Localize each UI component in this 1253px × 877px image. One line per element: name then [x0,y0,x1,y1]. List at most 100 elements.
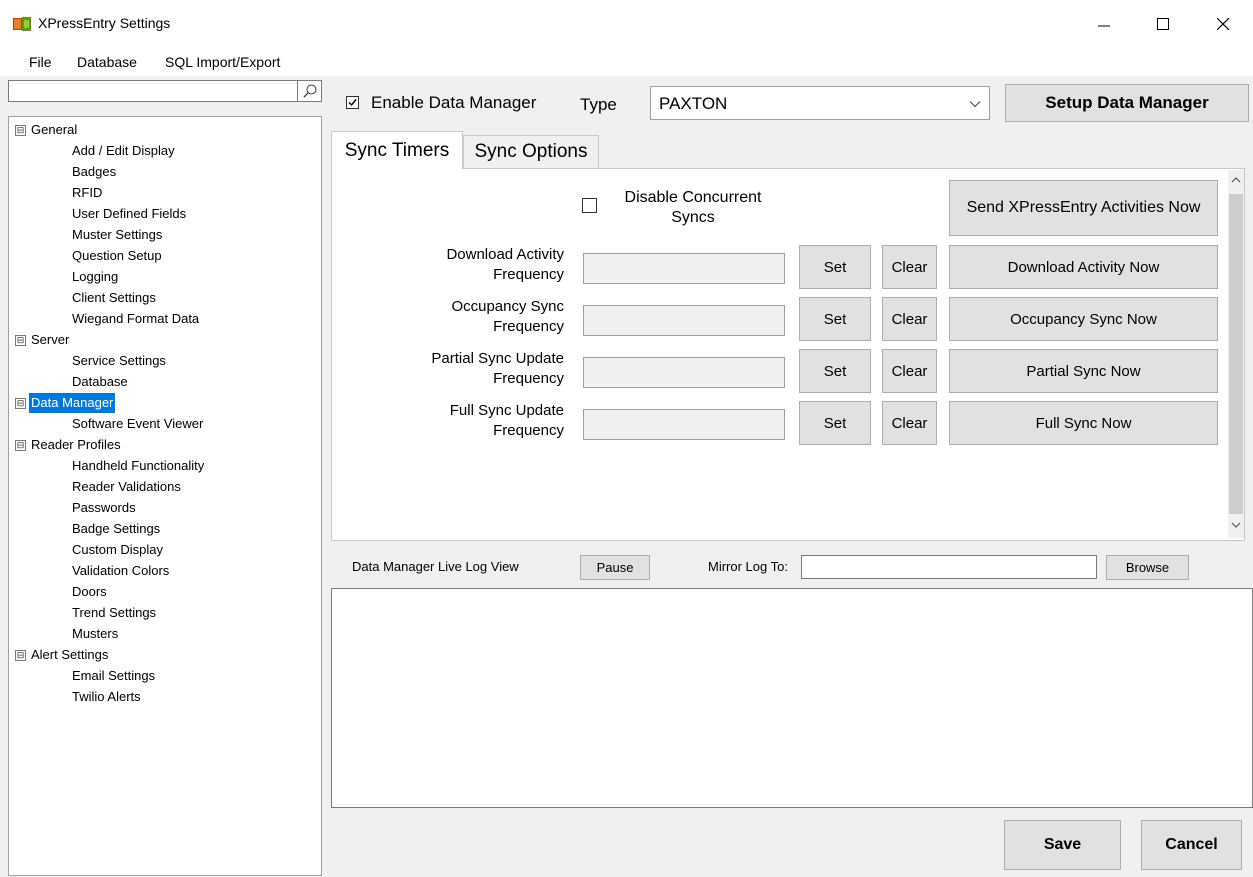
type-select[interactable]: PAXTON [650,86,990,120]
close-icon [1217,18,1229,30]
tree-item-custom-display[interactable]: Custom Display [72,540,163,560]
partial-sync-now-button[interactable]: Partial Sync Now [949,349,1218,393]
row-label-line2: Frequency [493,266,564,283]
partial-sync-clear-button[interactable]: Clear [882,349,937,393]
tree-item-database[interactable]: Database [72,372,128,392]
setup-data-manager-button[interactable]: Setup Data Manager [1005,84,1249,122]
log-view-title: Data Manager Live Log View [352,559,519,574]
disable-concurrent-line2: Syncs [671,209,715,226]
tree-node-general[interactable]: ⊟ General [9,120,319,140]
partial-sync-set-button[interactable]: Set [799,349,871,393]
occupancy-sync-now-button[interactable]: Occupancy Sync Now [949,297,1218,341]
download-activity-clear-button[interactable]: Clear [882,245,937,289]
tree-item-user-defined-fields[interactable]: User Defined Fields [72,204,186,224]
browse-button[interactable]: Browse [1106,555,1189,580]
partial-sync-update-frequency-field[interactable] [583,357,785,388]
save-button[interactable]: Save [1004,820,1121,870]
chevron-down-icon [969,101,981,108]
type-label: Type [580,95,617,114]
close-button[interactable] [1200,0,1246,48]
tree-item-twilio-alerts[interactable]: Twilio Alerts [72,687,141,707]
row-label-line2: Frequency [493,370,564,387]
tree-item-client-settings[interactable]: Client Settings [72,288,156,308]
tab-sync-options[interactable]: Sync Options [463,135,599,168]
tree-item-reader-validations[interactable]: Reader Validations [72,477,181,497]
tree-item-wiegand-format-data[interactable]: Wiegand Format Data [72,309,199,329]
download-activity-set-button[interactable]: Set [799,245,871,289]
mirror-log-input[interactable] [801,555,1097,579]
maximize-button[interactable] [1140,0,1186,48]
panel-scrollbar[interactable] [1228,170,1244,538]
tree-item-email-settings[interactable]: Email Settings [72,666,155,686]
search-input[interactable] [8,80,298,102]
log-output[interactable] [331,588,1253,808]
cancel-button[interactable]: Cancel [1141,820,1242,870]
scroll-down-icon[interactable] [1231,522,1241,529]
maximize-icon [1157,18,1169,30]
collapse-icon[interactable]: ⊟ [15,398,26,409]
title-bar: XPressEntry Settings [0,0,1253,48]
scrollbar-thumb[interactable] [1229,194,1243,514]
collapse-icon[interactable]: ⊟ [15,125,26,136]
tree-node-data-manager[interactable]: ⊟ Data Manager [9,393,319,413]
tree-node-alert-settings[interactable]: ⊟ Alert Settings [9,645,319,665]
menu-database[interactable]: Database [77,54,137,70]
row-label-line2: Frequency [493,422,564,439]
tab-sync-timers[interactable]: Sync Timers [331,131,463,169]
tree-item-badges[interactable]: Badges [72,162,116,182]
tree-label-selected: Data Manager [29,393,116,413]
enable-data-manager-label: Enable Data Manager [371,93,537,112]
full-sync-set-button[interactable]: Set [799,401,871,445]
collapse-icon[interactable]: ⊟ [15,335,26,346]
tree-node-reader-profiles[interactable]: ⊟ Reader Profiles [9,435,319,455]
search-icon [302,84,316,98]
occupancy-sync-frequency-field[interactable] [583,305,785,336]
tree-item-doors[interactable]: Doors [72,582,107,602]
tree-item-handheld-functionality[interactable]: Handheld Functionality [72,456,204,476]
tree-item-rfid[interactable]: RFID [72,183,102,203]
tree-item-badge-settings[interactable]: Badge Settings [72,519,160,539]
full-sync-clear-button[interactable]: Clear [882,401,937,445]
partial-sync-update-frequency-label: Partial Sync Update Frequency [364,349,564,389]
tree-item-validation-colors[interactable]: Validation Colors [72,561,169,581]
full-sync-update-frequency-field[interactable] [583,409,785,440]
tree-item-question-setup[interactable]: Question Setup [72,246,162,266]
disable-concurrent-line1: Disable Concurrent [624,189,762,206]
tree-item-muster-settings[interactable]: Muster Settings [72,225,162,245]
tree-item-trend-settings[interactable]: Trend Settings [72,603,156,623]
collapse-icon[interactable]: ⊟ [15,440,26,451]
download-activity-frequency-field[interactable] [583,253,785,284]
full-sync-update-frequency-label: Full Sync Update Frequency [364,401,564,441]
collapse-icon[interactable]: ⊟ [15,650,26,661]
settings-tree[interactable]: ⊟ General Add / Edit Display Badges RFID… [8,116,322,876]
scroll-up-icon[interactable] [1231,176,1241,183]
tree-label: Reader Profiles [31,437,121,452]
search-button[interactable] [298,80,322,102]
tree-item-software-event-viewer[interactable]: Software Event Viewer [72,414,203,434]
tree-item-add-edit-display[interactable]: Add / Edit Display [72,141,175,161]
menu-sql-import-export[interactable]: SQL Import/Export [165,54,280,70]
full-sync-now-button[interactable]: Full Sync Now [949,401,1218,445]
occupancy-sync-set-button[interactable]: Set [799,297,871,341]
tree-item-logging[interactable]: Logging [72,267,118,287]
tree-item-service-settings[interactable]: Service Settings [72,351,166,371]
tree-label: General [31,122,78,137]
pause-button[interactable]: Pause [580,555,650,580]
row-label-line2: Frequency [493,318,564,335]
tree-node-server[interactable]: ⊟ Server [9,330,319,350]
occupancy-sync-clear-button[interactable]: Clear [882,297,937,341]
download-activity-now-button[interactable]: Download Activity Now [949,245,1218,289]
sync-timers-panel: Disable Concurrent Syncs Send XPressEntr… [331,168,1245,541]
tree-label: Alert Settings [31,647,109,662]
tree-item-musters[interactable]: Musters [72,624,118,644]
tree-item-passwords[interactable]: Passwords [72,498,136,518]
disable-concurrent-syncs-checkbox[interactable] [582,198,597,213]
send-xpressentry-activities-button[interactable]: Send XPressEntry Activities Now [949,180,1218,236]
minimize-button[interactable] [1081,0,1127,48]
menu-file[interactable]: File [29,54,52,70]
enable-data-manager-checkbox[interactable] [346,96,359,109]
minimize-icon [1098,25,1110,27]
row-label-line1: Partial Sync Update [431,350,564,367]
app-icon [13,17,31,31]
type-select-value: PAXTON [659,94,728,113]
